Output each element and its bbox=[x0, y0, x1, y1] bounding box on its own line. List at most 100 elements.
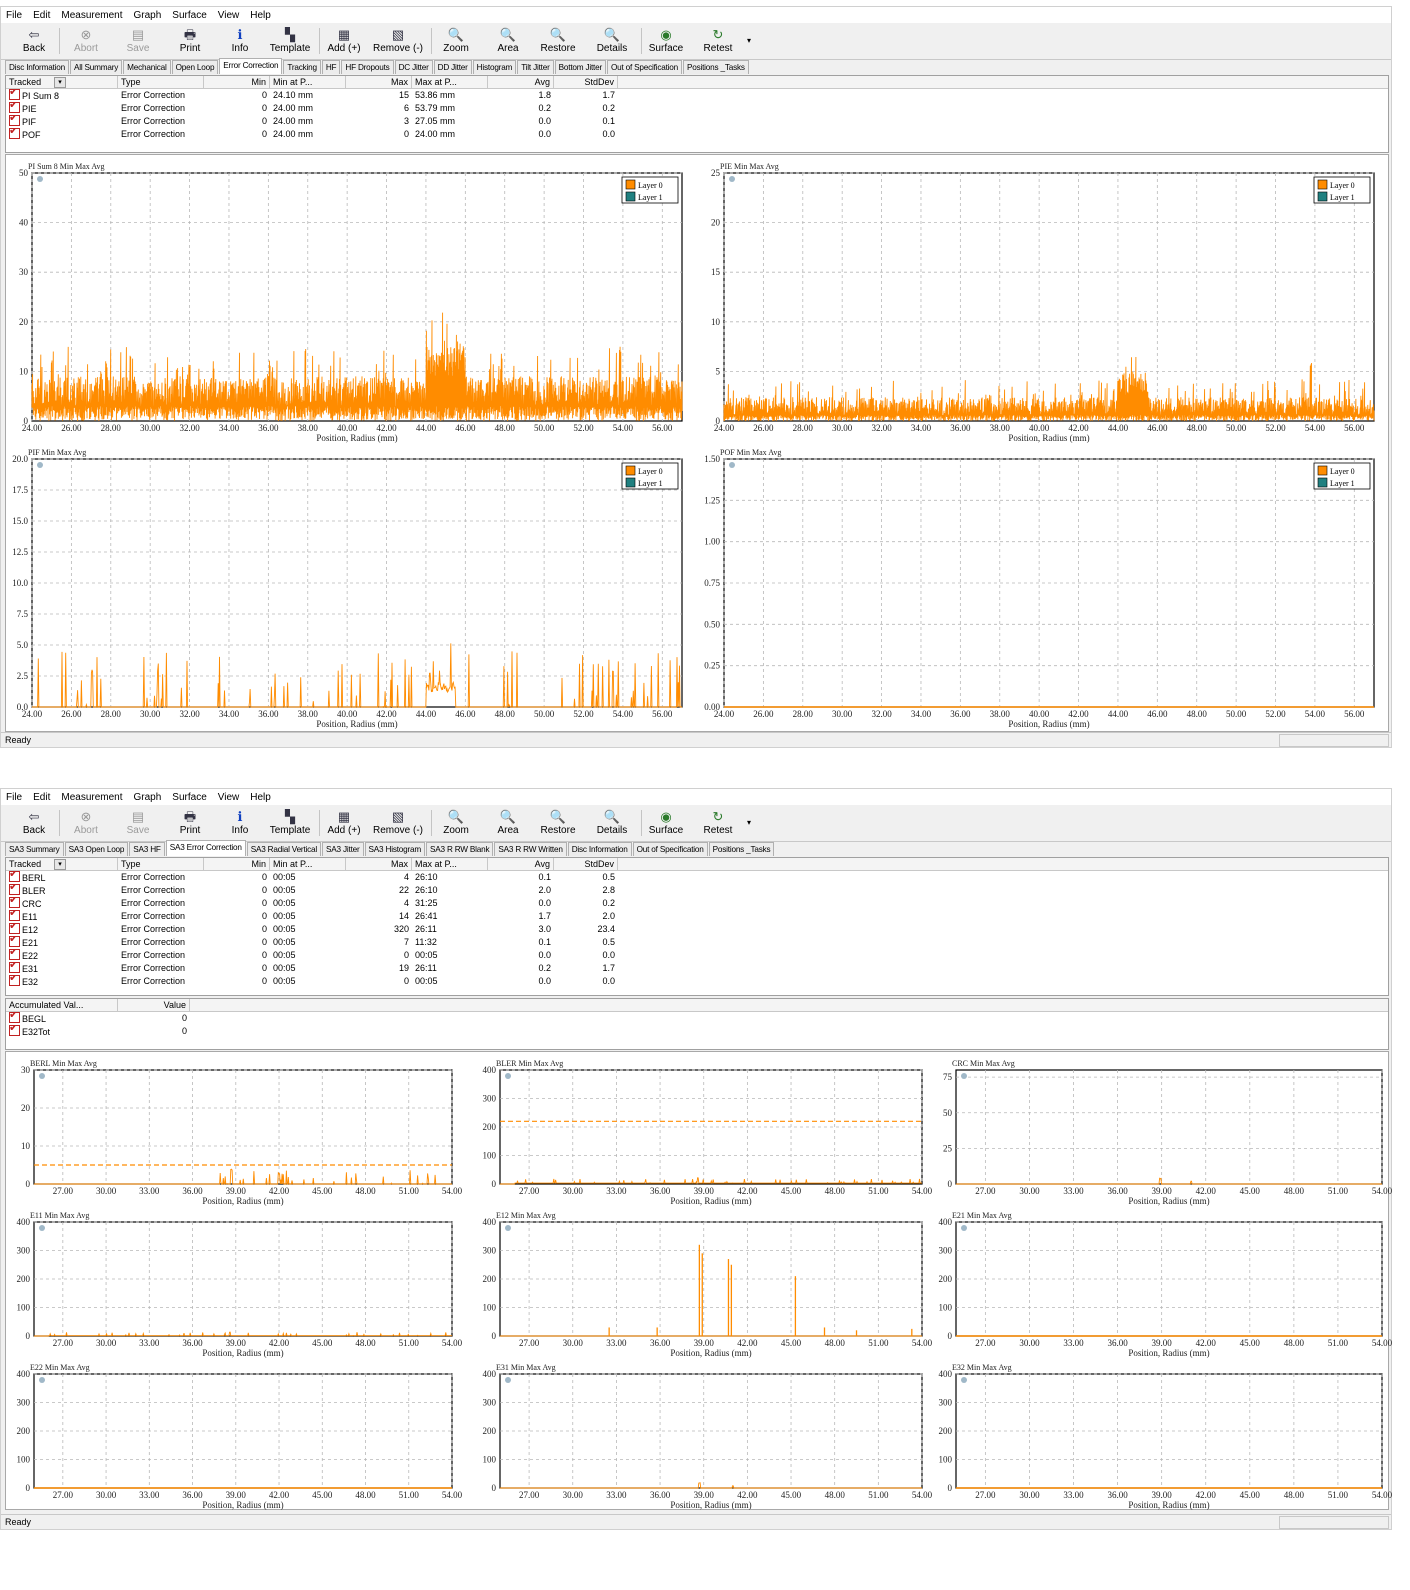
tab-all-summary[interactable]: All Summary bbox=[69, 60, 123, 74]
zoom-handle-icon[interactable] bbox=[37, 176, 43, 182]
column-header-avg[interactable]: Avg bbox=[488, 858, 554, 870]
table-row[interactable]: E22 Error Correction 0 00:05 0 00:05 0.0 0.0 bbox=[6, 949, 1388, 962]
column-header-type[interactable]: Type bbox=[118, 858, 204, 870]
tab-sa3-r-rw-blank[interactable]: SA3 R RW Blank bbox=[426, 842, 494, 856]
menu-measurement[interactable]: Measurement bbox=[56, 10, 128, 21]
table-row[interactable]: E32Tot 0 bbox=[6, 1025, 1388, 1038]
menu-graph[interactable]: Graph bbox=[129, 10, 168, 21]
print-button[interactable]: 🖶 Print bbox=[165, 24, 215, 58]
table-row[interactable]: PIF Error Correction 0 24.00 mm 3 27.05 mm 0.0… bbox=[6, 115, 1388, 128]
tab-mechanical[interactable]: Mechanical bbox=[123, 60, 171, 74]
tracked-checkbox[interactable] bbox=[9, 1012, 20, 1023]
table-row[interactable]: BLER Error Correction 0 00:05 22 26:10 2.0 2.8 bbox=[6, 884, 1388, 897]
menu-file[interactable]: File bbox=[1, 10, 28, 21]
back-button[interactable]: ⇦ Back bbox=[9, 806, 59, 840]
retest-button[interactable]: ↻ Retest bbox=[693, 806, 743, 840]
zoom-handle-icon[interactable] bbox=[37, 462, 43, 468]
column-header-min-at-p[interactable]: Min at P... bbox=[270, 76, 346, 88]
tab-sa3-histogram[interactable]: SA3 Histogram bbox=[364, 842, 425, 856]
column-header-avg[interactable]: Avg bbox=[488, 76, 554, 88]
menu-help[interactable]: Help bbox=[245, 792, 277, 803]
column-header-tracked[interactable]: Tracked ▾ bbox=[6, 858, 118, 870]
tracked-checkbox[interactable] bbox=[9, 115, 20, 126]
tab-sa3-r-rw-written[interactable]: SA3 R RW Written bbox=[494, 842, 567, 856]
tab-out-of-specification[interactable]: Out of Specification bbox=[606, 60, 682, 74]
tab-disc-information[interactable]: Disc Information bbox=[567, 842, 632, 856]
add-button[interactable]: ▦ Add (+) bbox=[319, 806, 369, 840]
table-row[interactable]: E21 Error Correction 0 00:05 7 11:32 0.1 0.5 bbox=[6, 936, 1388, 949]
remove-button[interactable]: ▧ Remove (-) bbox=[373, 806, 423, 840]
tab-open-loop[interactable]: Open Loop bbox=[171, 60, 219, 74]
back-button[interactable]: ⇦ Back bbox=[9, 24, 59, 58]
filter-dropdown-icon[interactable]: ▾ bbox=[54, 859, 66, 870]
menu-edit[interactable]: Edit bbox=[28, 10, 56, 21]
table-row[interactable]: E12 Error Correction 0 00:05 320 26:11 3.0 23.4 bbox=[6, 923, 1388, 936]
tracked-checkbox[interactable] bbox=[9, 1025, 20, 1036]
column-header-max-at-p[interactable]: Max at P... bbox=[412, 76, 488, 88]
tracked-checkbox[interactable] bbox=[9, 949, 20, 960]
surface-button[interactable]: ◉ Surface bbox=[641, 24, 691, 58]
menu-graph[interactable]: Graph bbox=[129, 792, 168, 803]
tab-hf-dropouts[interactable]: HF Dropouts bbox=[341, 60, 394, 74]
table-row[interactable]: E31 Error Correction 0 00:05 19 26:11 0.2 1.7 bbox=[6, 962, 1388, 975]
menu-view[interactable]: View bbox=[213, 10, 246, 21]
retest-button[interactable]: ↻ Retest bbox=[693, 24, 743, 58]
info-button[interactable]: ℹ Info bbox=[215, 24, 265, 58]
table-row[interactable]: BEGL 0 bbox=[6, 1012, 1388, 1025]
tracked-checkbox[interactable] bbox=[9, 923, 20, 934]
column-header-min[interactable]: Min bbox=[204, 858, 270, 870]
zoom-handle-icon[interactable] bbox=[729, 462, 735, 468]
column-header-stddev[interactable]: StdDev bbox=[554, 858, 618, 870]
tab-error-correction[interactable]: Error Correction bbox=[219, 58, 283, 74]
tab-dd-jitter[interactable]: DD Jitter bbox=[433, 60, 472, 74]
column-header-stddev[interactable]: StdDev bbox=[554, 76, 618, 88]
chevron-down-icon[interactable]: ▾ bbox=[747, 36, 751, 45]
area-button[interactable]: 🔍 Area bbox=[483, 806, 533, 840]
add-button[interactable]: ▦ Add (+) bbox=[319, 24, 369, 58]
template-button[interactable]: ▚ Template bbox=[265, 24, 315, 58]
details-button[interactable]: 🔍 Details bbox=[587, 806, 637, 840]
abort-button[interactable]: ⊗ Abort bbox=[61, 24, 111, 58]
zoom-handle-icon[interactable] bbox=[505, 1073, 511, 1079]
zoom-handle-icon[interactable] bbox=[729, 176, 735, 182]
table-row[interactable]: E11 Error Correction 0 00:05 14 26:41 1.7 2.0 bbox=[6, 910, 1388, 923]
tracked-checkbox[interactable] bbox=[9, 871, 20, 882]
tab-tilt-jitter[interactable]: Tilt Jitter bbox=[517, 60, 554, 74]
zoom-handle-icon[interactable] bbox=[505, 1225, 511, 1231]
table-row[interactable]: PIE Error Correction 0 24.00 mm 6 53.79 mm 0.2… bbox=[6, 102, 1388, 115]
table-row[interactable]: E32 Error Correction 0 00:05 0 00:05 0.0 0.0 bbox=[6, 975, 1388, 988]
tab-disc-information[interactable]: Disc Information bbox=[5, 60, 69, 74]
area-button[interactable]: 🔍 Area bbox=[483, 24, 533, 58]
table-row[interactable]: BERL Error Correction 0 00:05 4 26:10 0.1 0.5 bbox=[6, 871, 1388, 884]
column-header-max-at-p[interactable]: Max at P... bbox=[412, 858, 488, 870]
tracked-checkbox[interactable] bbox=[9, 962, 20, 973]
tracked-checkbox[interactable] bbox=[9, 884, 20, 895]
column-header-tracked[interactable]: Tracked ▾ bbox=[6, 76, 118, 88]
column-header-min-at-p[interactable]: Min at P... bbox=[270, 858, 346, 870]
filter-dropdown-icon[interactable]: ▾ bbox=[54, 77, 66, 88]
print-button[interactable]: 🖶 Print bbox=[165, 806, 215, 840]
tab-sa3-summary[interactable]: SA3 Summary bbox=[5, 842, 64, 856]
template-button[interactable]: ▚ Template bbox=[265, 806, 315, 840]
zoom-button[interactable]: 🔍 Zoom bbox=[431, 24, 481, 58]
menu-measurement[interactable]: Measurement bbox=[56, 792, 128, 803]
abort-button[interactable]: ⊗ Abort bbox=[61, 806, 111, 840]
zoom-handle-icon[interactable] bbox=[961, 1073, 967, 1079]
menu-edit[interactable]: Edit bbox=[28, 792, 56, 803]
tab-sa3-open-loop[interactable]: SA3 Open Loop bbox=[64, 842, 129, 856]
tracked-checkbox[interactable] bbox=[9, 102, 20, 113]
restore-button[interactable]: 🔍 Restore bbox=[533, 24, 583, 58]
tab-positions-tasks[interactable]: Positions _Tasks bbox=[682, 60, 749, 74]
remove-button[interactable]: ▧ Remove (-) bbox=[373, 24, 423, 58]
menu-view[interactable]: View bbox=[213, 792, 246, 803]
column-header-max[interactable]: Max bbox=[346, 858, 412, 870]
menu-surface[interactable]: Surface bbox=[167, 10, 212, 21]
tab-dc-jitter[interactable]: DC Jitter bbox=[394, 60, 433, 74]
menu-surface[interactable]: Surface bbox=[167, 792, 212, 803]
tab-bottom-jitter[interactable]: Bottom Jitter bbox=[554, 60, 606, 74]
tab-sa3-error-correction[interactable]: SA3 Error Correction bbox=[165, 840, 246, 856]
tab-positions-tasks[interactable]: Positions _Tasks bbox=[708, 842, 775, 856]
zoom-handle-icon[interactable] bbox=[505, 1377, 511, 1383]
tracked-checkbox[interactable] bbox=[9, 89, 20, 100]
save-button[interactable]: ▤ Save bbox=[113, 806, 163, 840]
